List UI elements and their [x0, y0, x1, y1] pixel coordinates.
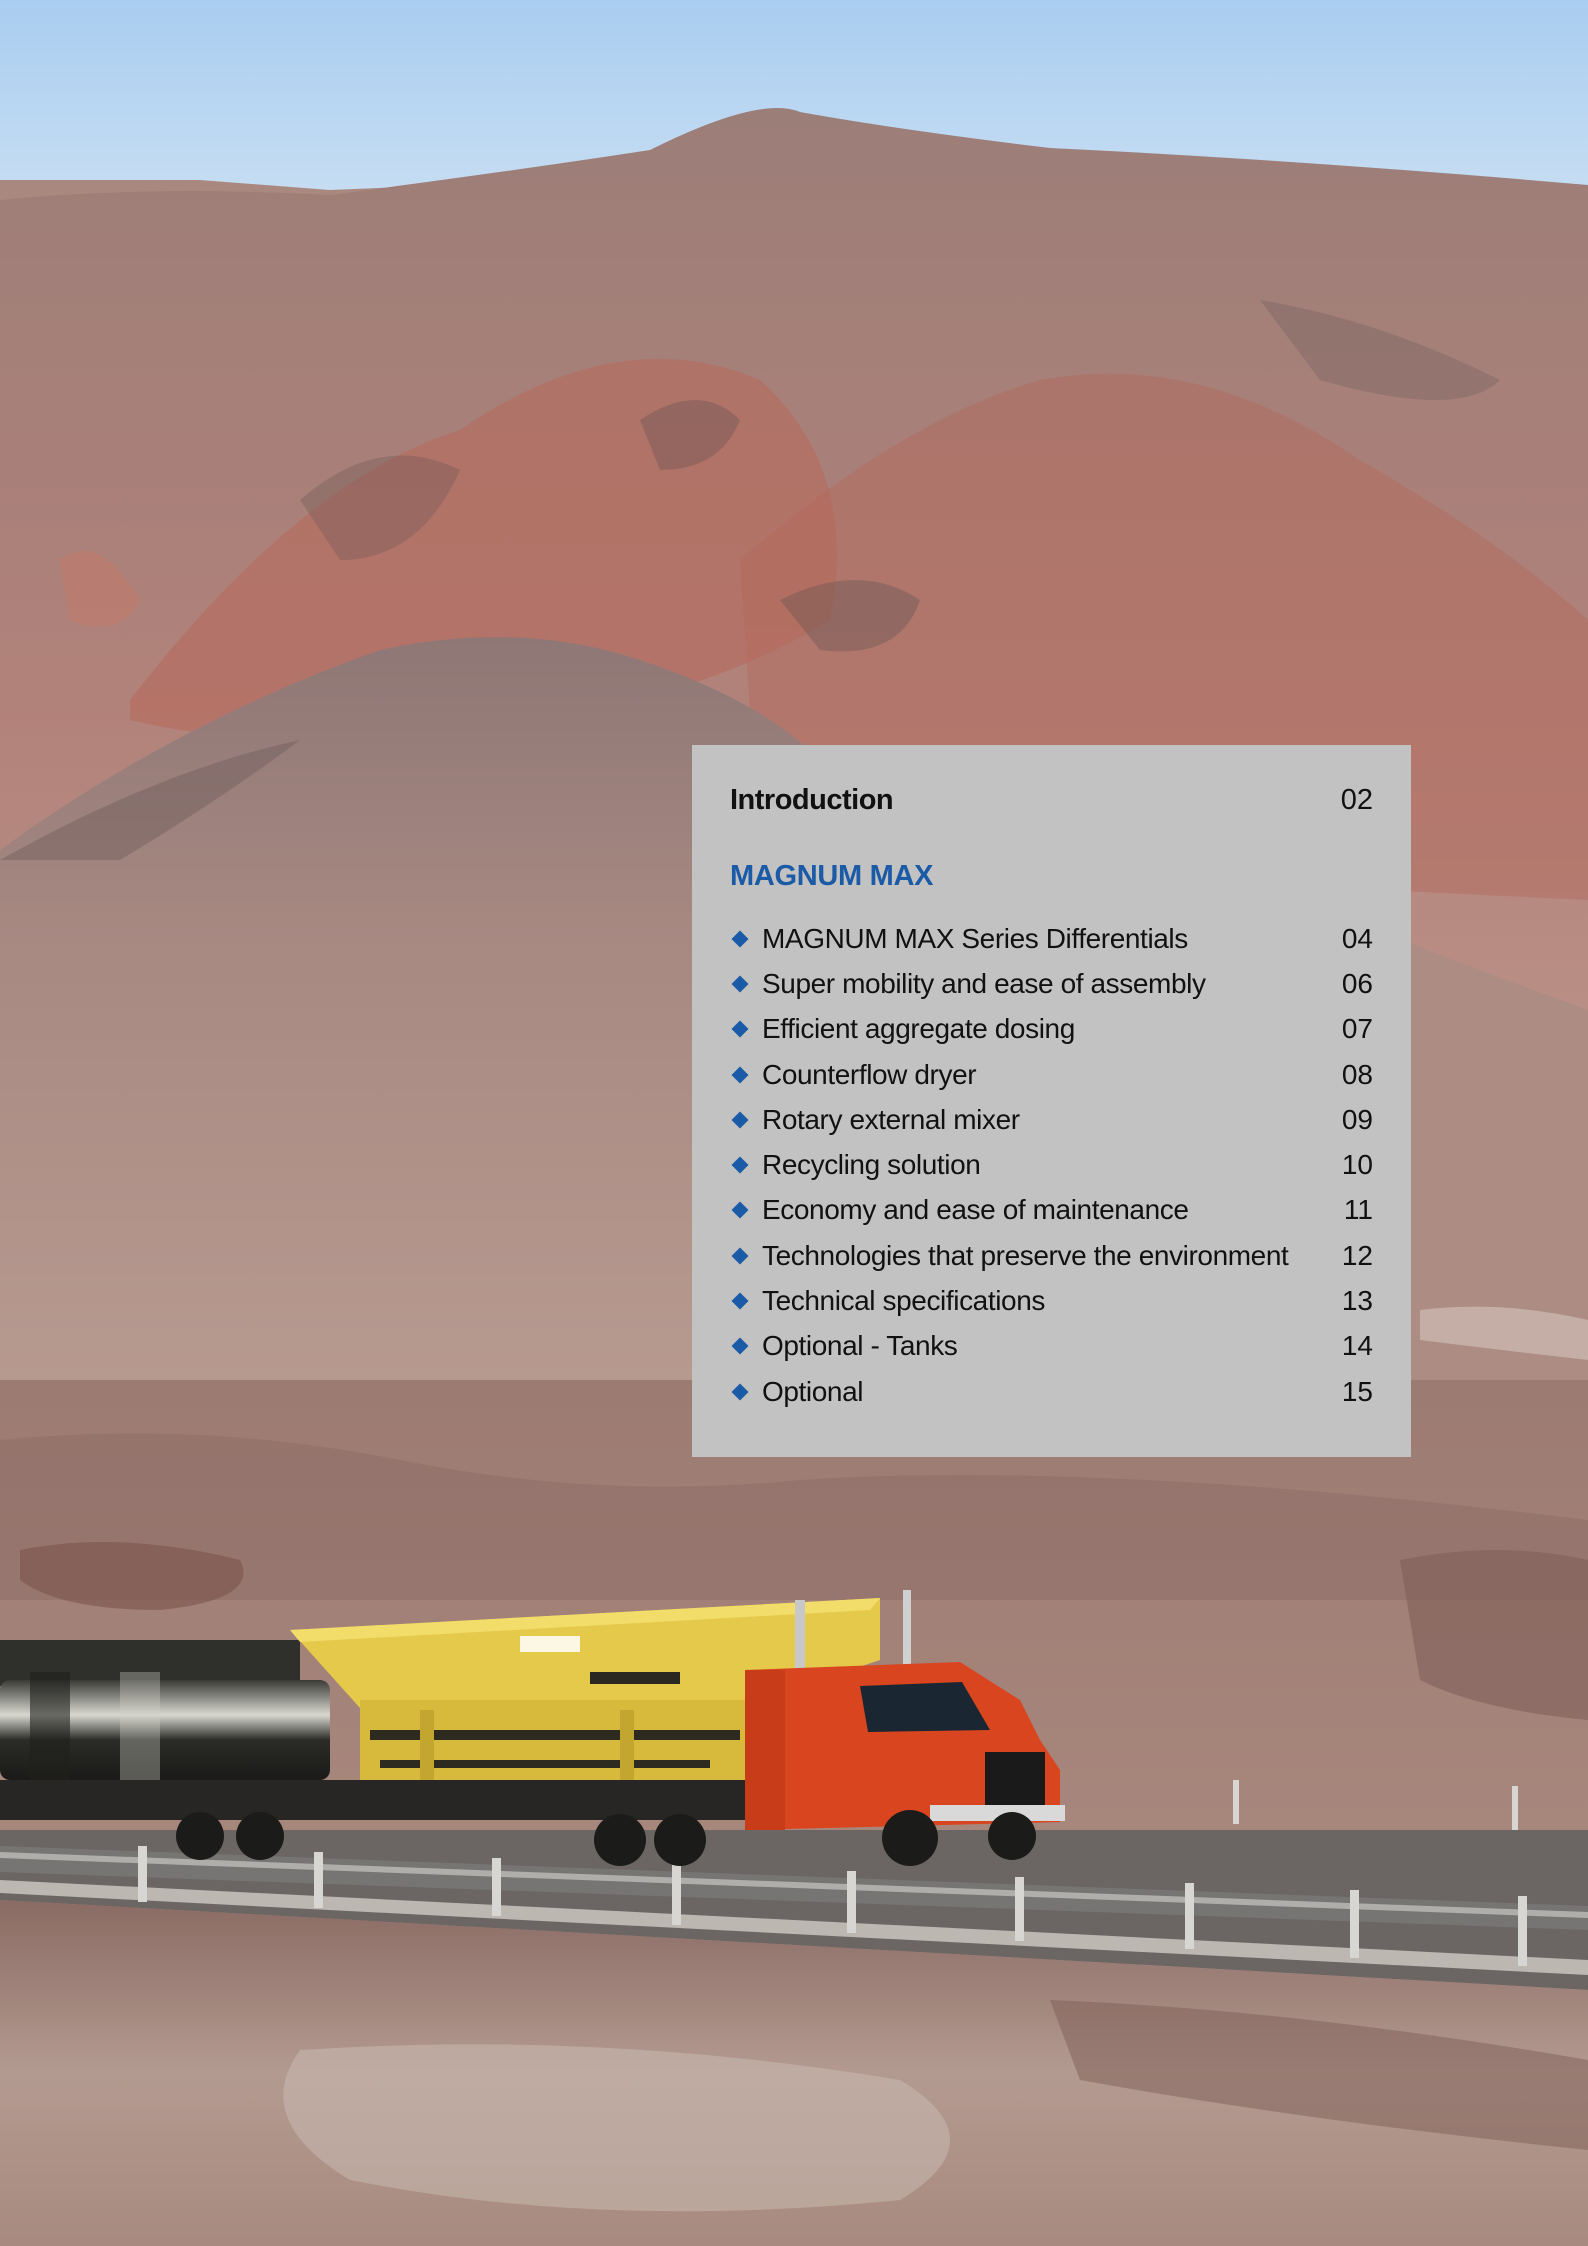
- toc-item[interactable]: Efficient aggregate dosing 07: [730, 1007, 1373, 1052]
- toc-item-label: Rotary external mixer: [762, 1103, 1020, 1135]
- toc-item-page: 13: [1341, 1285, 1373, 1317]
- table-of-contents: Introduction 02 MAGNUM MAX MAGNUM MAX Se…: [692, 745, 1411, 1457]
- diamond-bullet-icon: [731, 1201, 749, 1219]
- toc-item-page: 14: [1341, 1330, 1373, 1362]
- toc-item[interactable]: Super mobility and ease of assembly 06: [730, 961, 1373, 1006]
- toc-item-page: 08: [1341, 1058, 1373, 1090]
- toc-item[interactable]: Economy and ease of maintenance 11: [730, 1188, 1373, 1233]
- toc-item-page: 09: [1341, 1103, 1373, 1135]
- diamond-bullet-icon: [731, 1020, 749, 1038]
- toc-item[interactable]: Optional 15: [730, 1369, 1373, 1414]
- toc-item[interactable]: Technologies that preserve the environme…: [730, 1233, 1373, 1278]
- toc-item-page: 06: [1341, 967, 1373, 999]
- diamond-bullet-icon: [731, 1247, 749, 1265]
- diamond-bullet-icon: [731, 1337, 749, 1355]
- diamond-bullet-icon: [731, 975, 749, 993]
- toc-item-label: Technical specifications: [762, 1285, 1045, 1317]
- toc-intro-row[interactable]: Introduction 02: [730, 775, 1373, 825]
- toc-item-page: 07: [1341, 1013, 1373, 1045]
- toc-item-page: 11: [1343, 1194, 1373, 1226]
- toc-item-page: 04: [1341, 922, 1373, 954]
- toc-item-list: MAGNUM MAX Series Differentials 04 Super …: [730, 916, 1373, 1414]
- toc-item-page: 10: [1341, 1149, 1373, 1181]
- toc-section-title: MAGNUM MAX: [730, 860, 934, 892]
- toc-item-page: 12: [1341, 1239, 1373, 1271]
- toc-item-label: Economy and ease of maintenance: [762, 1194, 1189, 1226]
- toc-item[interactable]: Rotary external mixer 09: [730, 1097, 1373, 1142]
- diamond-bullet-icon: [731, 1156, 749, 1174]
- diamond-bullet-icon: [731, 1292, 749, 1310]
- toc-item[interactable]: MAGNUM MAX Series Differentials 04: [730, 916, 1373, 961]
- toc-item-page: 15: [1341, 1375, 1373, 1407]
- toc-item[interactable]: Technical specifications 13: [730, 1278, 1373, 1323]
- toc-item-label: Super mobility and ease of assembly: [762, 967, 1206, 999]
- toc-intro-page: 02: [1340, 783, 1373, 816]
- toc-item-label: Optional - Tanks: [762, 1330, 958, 1362]
- toc-intro-label: Introduction: [730, 783, 894, 816]
- toc-item-label: MAGNUM MAX Series Differentials: [762, 922, 1188, 954]
- diamond-bullet-icon: [731, 1111, 749, 1129]
- toc-item[interactable]: Optional - Tanks 14: [730, 1324, 1373, 1369]
- toc-item[interactable]: Recycling solution 10: [730, 1142, 1373, 1187]
- toc-item[interactable]: Counterflow dryer 08: [730, 1052, 1373, 1097]
- toc-item-label: Counterflow dryer: [762, 1058, 977, 1090]
- toc-item-label: Recycling solution: [762, 1149, 981, 1181]
- diamond-bullet-icon: [731, 1383, 749, 1401]
- diamond-bullet-icon: [731, 930, 749, 948]
- toc-item-label: Technologies that preserve the environme…: [762, 1239, 1289, 1271]
- toc-item-label: Optional: [762, 1375, 864, 1407]
- toc-item-label: Efficient aggregate dosing: [762, 1013, 1075, 1045]
- diamond-bullet-icon: [731, 1066, 749, 1084]
